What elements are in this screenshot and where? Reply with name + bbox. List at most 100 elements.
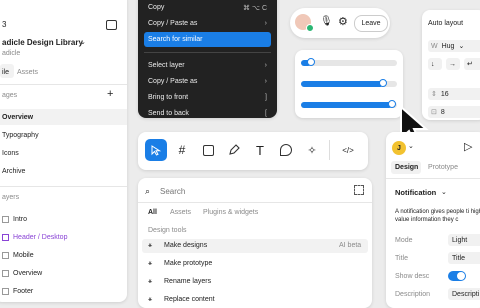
menu-item-label: Bring to front bbox=[148, 94, 189, 101]
hash-icon: # bbox=[178, 143, 186, 157]
chevron-down-icon[interactable]: ⌄ bbox=[80, 38, 86, 46]
actions-tool-button[interactable]: ✧ bbox=[301, 139, 323, 161]
tool-bar: # T ✧ </> bbox=[138, 132, 368, 170]
width-value: Hug bbox=[441, 42, 455, 50]
menu-item-select-layer[interactable]: Select layer › bbox=[144, 58, 271, 73]
layer-label: Footer bbox=[13, 287, 34, 295]
page-item-overview[interactable]: Overview bbox=[2, 110, 121, 124]
layer-item-overview[interactable]: Overview bbox=[2, 266, 121, 280]
chevron-down-icon[interactable]: ⌄ bbox=[441, 188, 447, 196]
chevron-right-icon: › bbox=[264, 78, 267, 85]
menu-item-copy-paste-as[interactable]: Copy / Paste as › bbox=[144, 16, 271, 31]
padding-icon: ⊡ bbox=[431, 109, 437, 116]
layer-item-intro[interactable]: Intro bbox=[2, 212, 121, 226]
direction-down-button[interactable]: ↓ bbox=[428, 58, 442, 70]
rectangle-tool-button[interactable] bbox=[197, 139, 219, 161]
title-field[interactable]: Title bbox=[448, 252, 480, 264]
tab-plugins[interactable]: Plugins & widgets bbox=[203, 209, 258, 216]
chevron-down-icon[interactable]: ⌄ bbox=[408, 142, 414, 150]
tab-file-label: ile bbox=[2, 69, 10, 76]
search-input[interactable] bbox=[160, 184, 310, 198]
width-field[interactable]: W Hug ⌄ bbox=[428, 40, 480, 52]
dev-mode-button[interactable]: </> bbox=[335, 139, 361, 161]
gap-value: 16 bbox=[440, 90, 449, 98]
menu-item-copy[interactable]: Copy ⌘ ⌥ C bbox=[144, 0, 271, 15]
chevron-right-icon: › bbox=[264, 20, 267, 27]
menu-item-label: Copy / Paste as bbox=[148, 20, 198, 27]
mode-select[interactable]: Light bbox=[448, 234, 480, 246]
gear-icon[interactable]: ⚙ bbox=[338, 15, 348, 28]
text-icon: T bbox=[256, 142, 264, 158]
result-rename-layers[interactable]: Rename layers bbox=[164, 278, 211, 285]
gap-icon: ⇕ bbox=[431, 91, 437, 98]
expand-icon[interactable] bbox=[354, 185, 364, 195]
component-icon bbox=[2, 233, 9, 241]
top-fragment: 3 bbox=[2, 20, 7, 29]
ai-beta-badge: AI beta bbox=[339, 242, 362, 249]
avatar[interactable]: J bbox=[392, 141, 406, 155]
frame-icon bbox=[2, 215, 9, 223]
result-make-designs[interactable]: Make designs bbox=[164, 242, 207, 249]
frame-icon bbox=[2, 269, 9, 277]
library-subtitle: adicle bbox=[2, 50, 21, 57]
menu-item-search-similar[interactable]: Search for similar bbox=[144, 32, 271, 47]
replace-icon: ⚹ bbox=[148, 296, 153, 303]
menu-item-copy-paste-as-2[interactable]: Copy / Paste as › bbox=[144, 74, 271, 89]
tab-design[interactable]: Design bbox=[395, 164, 418, 171]
component-name: Notification bbox=[395, 188, 437, 197]
tab-prototype[interactable]: Prototype bbox=[428, 164, 458, 171]
sidebar-toggle-icon[interactable] bbox=[106, 20, 117, 30]
show-desc-toggle[interactable] bbox=[448, 271, 466, 281]
tab-assets[interactable]: Assets bbox=[17, 69, 38, 76]
slider-knob[interactable] bbox=[306, 58, 315, 66]
width-label: W bbox=[431, 42, 438, 50]
toggle-knob bbox=[457, 272, 465, 280]
result-make-prototype[interactable]: Make prototype bbox=[164, 260, 212, 267]
text-tool-button[interactable]: T bbox=[249, 139, 271, 161]
slider-fill bbox=[301, 81, 383, 87]
microphone-icon[interactable]: 🎙 bbox=[320, 16, 333, 27]
page-item-archive[interactable]: Archive bbox=[2, 164, 121, 178]
layer-label: Overview bbox=[13, 269, 43, 277]
comment-tool-button[interactable] bbox=[275, 139, 297, 161]
menu-item-shortcut: ⌘ ⌥ C bbox=[242, 4, 267, 12]
slider-1[interactable] bbox=[301, 58, 397, 66]
wrap-button[interactable]: ↵ bbox=[464, 58, 480, 70]
library-title[interactable]: adicle Design Library bbox=[2, 38, 83, 47]
page-item-typography[interactable]: Typography bbox=[2, 128, 121, 142]
padding-field[interactable]: ⊡ 8 bbox=[428, 106, 480, 118]
slider-knob[interactable] bbox=[378, 79, 387, 87]
page-label: Archive bbox=[2, 167, 26, 175]
menu-item-bring-to-front[interactable]: Bring to front] bbox=[144, 90, 271, 105]
description-field[interactable]: Descripti bbox=[448, 288, 480, 300]
layer-item-footer[interactable]: Footer bbox=[2, 284, 121, 298]
layer-item-mobile[interactable]: Mobile bbox=[2, 248, 121, 262]
prop-label: Mode bbox=[395, 236, 413, 244]
pen-tool-button[interactable] bbox=[223, 139, 245, 161]
leave-button[interactable]: Leave bbox=[354, 15, 388, 32]
layer-label: Intro bbox=[13, 215, 28, 223]
direction-right-button[interactable]: → bbox=[446, 58, 460, 70]
add-page-icon[interactable]: + bbox=[107, 88, 113, 100]
move-tool-button[interactable] bbox=[145, 139, 167, 161]
slider-knob[interactable] bbox=[388, 100, 397, 108]
pages-header: ages bbox=[2, 92, 18, 99]
slider-2[interactable] bbox=[301, 79, 397, 87]
tab-assets[interactable]: Assets bbox=[170, 209, 191, 216]
divider bbox=[329, 140, 330, 160]
page-label: Typography bbox=[2, 131, 39, 139]
play-icon[interactable]: ▷ bbox=[464, 140, 472, 153]
slider-3[interactable] bbox=[301, 100, 397, 108]
tab-all[interactable]: All bbox=[148, 209, 157, 216]
padding-value: 8 bbox=[440, 108, 445, 116]
prop-label: Show desc bbox=[395, 272, 430, 280]
menu-item-label: Copy bbox=[148, 4, 165, 11]
frame-tool-button[interactable]: # bbox=[171, 139, 193, 161]
layer-item-header-desktop[interactable]: Header / Desktop bbox=[2, 230, 121, 244]
divider bbox=[0, 84, 127, 85]
page-item-icons[interactable]: Icons bbox=[2, 146, 121, 160]
slider-fill bbox=[301, 102, 393, 108]
gap-field[interactable]: ⇕ 16 bbox=[428, 88, 480, 100]
comment-icon bbox=[280, 144, 292, 156]
menu-item-send-to-back[interactable]: Send to back [ bbox=[144, 106, 271, 118]
